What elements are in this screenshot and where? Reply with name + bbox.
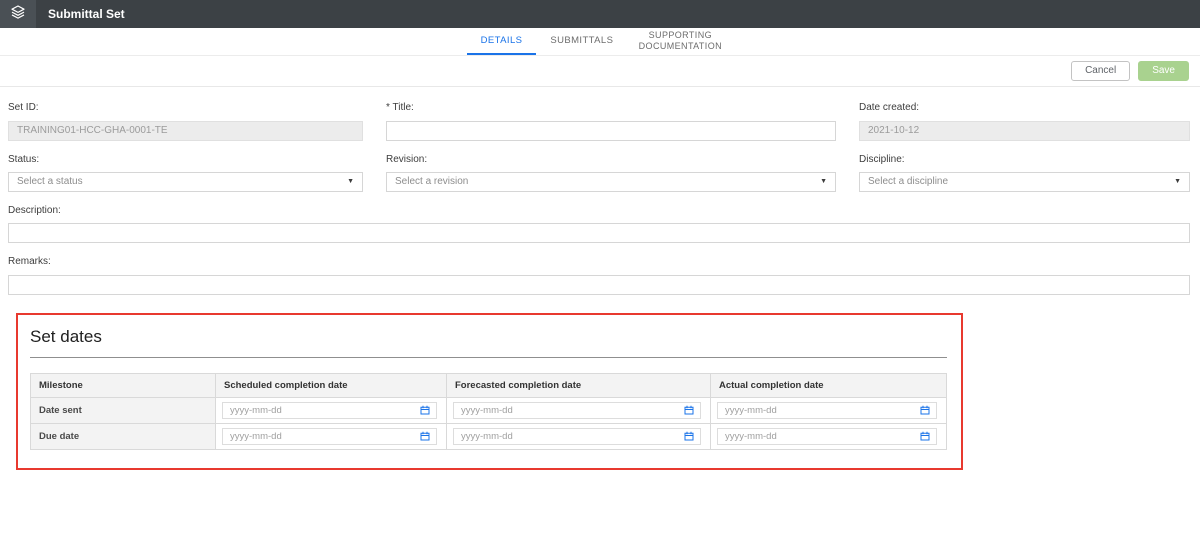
action-bar: Cancel Save (0, 56, 1200, 87)
date-created-field-group: Date created: (859, 102, 1190, 141)
table-header-row: Milestone Scheduled completion date Fore… (31, 373, 947, 397)
due-date-actual-date-field[interactable] (717, 428, 937, 445)
app-header: Submittal Set (0, 0, 1200, 28)
tab-bar: DETAILS SUBMITTALS SUPPORTING DOCUMENTAT… (0, 28, 1200, 56)
description-label: Description: (8, 205, 1190, 216)
date-input[interactable] (225, 431, 419, 442)
details-form: Set ID: * Title: Date created: Status: S… (0, 87, 1200, 470)
chevron-down-icon: ▼ (1174, 178, 1181, 185)
col-header-milestone: Milestone (31, 373, 216, 397)
set-id-field-group: Set ID: (8, 102, 363, 141)
due-date-forecasted-date-field[interactable] (453, 428, 701, 445)
remarks-field-group: Remarks: (8, 256, 1190, 295)
calendar-icon[interactable] (419, 404, 431, 416)
date-created-label: Date created: (859, 102, 1190, 113)
status-select[interactable]: Select a status ▼ (8, 172, 363, 192)
tab-details[interactable]: DETAILS (467, 28, 537, 55)
status-label: Status: (8, 154, 363, 165)
calendar-icon[interactable] (683, 430, 695, 442)
status-select-value: Select a status (17, 176, 83, 187)
remarks-label: Remarks: (8, 256, 1190, 267)
set-id-label: Set ID: (8, 102, 363, 113)
chevron-down-icon: ▼ (820, 178, 827, 185)
calendar-icon[interactable] (683, 404, 695, 416)
set-dates-heading: Set dates (30, 327, 947, 347)
date-input[interactable] (225, 405, 419, 416)
remarks-input[interactable] (8, 275, 1190, 295)
page-title: Submittal Set (48, 7, 125, 21)
description-input[interactable] (8, 223, 1190, 243)
date-input[interactable] (720, 431, 919, 442)
milestone-label: Date sent (31, 397, 216, 423)
calendar-icon[interactable] (419, 430, 431, 442)
layers-icon (10, 4, 26, 25)
revision-select-value: Select a revision (395, 176, 468, 187)
revision-label: Revision: (386, 154, 836, 165)
set-dates-table: Milestone Scheduled completion date Fore… (30, 373, 947, 450)
discipline-label: Discipline: (859, 154, 1190, 165)
revision-field-group: Revision: Select a revision ▼ (386, 154, 836, 192)
col-header-actual: Actual completion date (711, 373, 947, 397)
tab-supporting-documentation[interactable]: SUPPORTING DOCUMENTATION (627, 28, 733, 55)
status-field-group: Status: Select a status ▼ (8, 154, 363, 192)
discipline-field-group: Discipline: Select a discipline ▼ (859, 154, 1190, 192)
discipline-select[interactable]: Select a discipline ▼ (859, 172, 1190, 192)
chevron-down-icon: ▼ (347, 178, 354, 185)
col-header-scheduled: Scheduled completion date (216, 373, 447, 397)
calendar-icon[interactable] (919, 430, 931, 442)
set-dates-annotation-box: Set dates Milestone Scheduled completion… (16, 313, 963, 470)
cancel-button[interactable]: Cancel (1071, 61, 1130, 81)
date-sent-forecasted-date-field[interactable] (453, 402, 701, 419)
calendar-icon[interactable] (919, 404, 931, 416)
title-field-group: * Title: (386, 102, 836, 141)
save-button[interactable]: Save (1138, 61, 1189, 81)
date-input[interactable] (720, 405, 919, 416)
discipline-select-value: Select a discipline (868, 176, 948, 187)
table-row-due-date: Due date (31, 423, 947, 449)
due-date-scheduled-date-field[interactable] (222, 428, 437, 445)
date-input[interactable] (456, 405, 683, 416)
tab-submittals[interactable]: SUBMITTALS (536, 28, 627, 55)
date-sent-actual-date-field[interactable] (717, 402, 937, 419)
title-label: * Title: (386, 102, 836, 113)
milestone-label: Due date (31, 423, 216, 449)
revision-select[interactable]: Select a revision ▼ (386, 172, 836, 192)
table-row-date-sent: Date sent (31, 397, 947, 423)
date-input[interactable] (456, 431, 683, 442)
section-divider (30, 357, 947, 358)
date-sent-scheduled-date-field[interactable] (222, 402, 437, 419)
app-logo[interactable] (0, 0, 36, 28)
description-field-group: Description: (8, 205, 1190, 244)
set-id-input (8, 121, 363, 141)
col-header-forecasted: Forecasted completion date (447, 373, 711, 397)
date-created-input (859, 121, 1190, 141)
title-input[interactable] (386, 121, 836, 141)
